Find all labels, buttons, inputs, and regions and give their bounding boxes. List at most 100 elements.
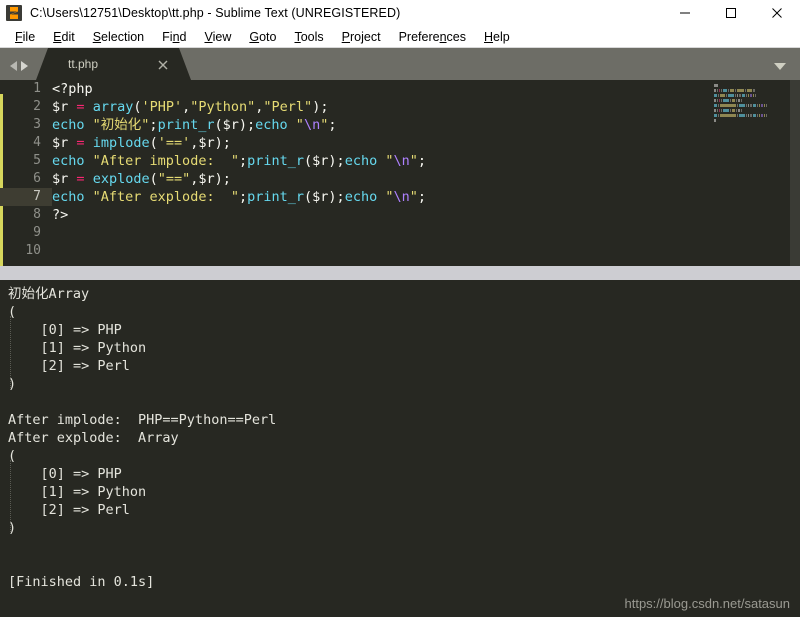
code-line[interactable]: $r = implode('==',$r); [52, 134, 800, 152]
code-line[interactable]: $r = array('PHP',"Python","Perl"); [52, 98, 800, 116]
code-line[interactable]: ?> [52, 206, 800, 224]
minimap-segment [737, 89, 744, 92]
code-editor[interactable]: 1 2 3 4 5 6 7 8 9 10 <?php $r = array('PHP',"Pytho… [0, 80, 800, 266]
code-line[interactable] [52, 224, 800, 242]
minimap-segment [727, 89, 729, 92]
minimap-segment [738, 114, 745, 117]
minimap-segment [764, 114, 766, 117]
minimap-segment [747, 104, 750, 107]
window-controls [662, 0, 800, 26]
indent-guide [10, 316, 11, 388]
minimap-segment [720, 104, 736, 107]
build-output-panel[interactable]: 初始化Array ( [0] => PHP [1] => Python [2] =… [0, 280, 800, 617]
menu-item-find[interactable]: Find [153, 27, 195, 47]
code-token: = [76, 135, 85, 151]
code-token: 'PHP' [141, 99, 183, 115]
code-token: $r [198, 171, 215, 187]
code-token: ); [328, 189, 345, 205]
code-token: ( [304, 153, 313, 169]
line-number: 6 [33, 171, 41, 186]
line-number: 9 [33, 225, 41, 240]
minimap-segment [718, 114, 720, 117]
minimap-segment [720, 99, 722, 102]
line-number: 1 [33, 81, 41, 96]
minimize-button[interactable] [662, 0, 708, 26]
minimap-segment [757, 114, 759, 117]
chevron-left-icon[interactable] [10, 61, 17, 71]
code-line[interactable]: echo "After implode: ";print_r($r);echo … [52, 152, 800, 170]
code-line[interactable]: $r = explode("==",$r); [52, 170, 800, 188]
minimap-segment [714, 99, 716, 102]
output-line: [Finished in 0.1s] [8, 574, 155, 590]
line-number: 3 [33, 117, 41, 132]
code-token: echo [255, 117, 288, 133]
minimap-segment [745, 114, 747, 117]
line-number: 5 [33, 153, 41, 168]
minimap-segment [736, 104, 738, 107]
menu-item-view[interactable]: View [195, 27, 240, 47]
code-token: $r [222, 117, 239, 133]
chevron-right-icon[interactable] [21, 61, 28, 71]
minimap-segment [716, 89, 718, 92]
menu-item-goto[interactable]: Goto [240, 27, 285, 47]
editor-scrollbar[interactable] [790, 80, 800, 266]
code-token: $r [312, 153, 329, 169]
minimap-segment [740, 109, 743, 112]
minimap[interactable] [714, 84, 790, 262]
menu-item-edit[interactable]: Edit [44, 27, 84, 47]
minimap-segment [755, 94, 757, 97]
minimap-segment [764, 104, 766, 107]
chevron-down-icon[interactable] [774, 63, 786, 70]
minimap-line [714, 119, 790, 122]
minimap-segment [729, 99, 731, 102]
panel-divider[interactable] [0, 266, 800, 280]
tab-tt-php[interactable]: tt.php [36, 48, 191, 80]
code-content[interactable]: <?php $r = array('PHP',"Python","Perl"); e… [52, 80, 800, 260]
minimap-segment [738, 99, 740, 102]
code-token: ); [328, 153, 345, 169]
minimap-segment [759, 114, 761, 117]
minimap-segment [720, 114, 736, 117]
line-number: 7 [0, 188, 52, 206]
code-token: print_r [157, 117, 215, 133]
menu-item-help[interactable]: Help [475, 27, 519, 47]
menu-bar: File Edit Selection Find View Goto Tools Projec… [0, 26, 800, 48]
tab-label: tt.php [68, 57, 99, 71]
minimap-segment [718, 89, 720, 92]
code-token: " [295, 117, 304, 133]
minimap-segment [745, 104, 747, 107]
close-button[interactable] [754, 0, 800, 26]
menu-item-file[interactable]: File [6, 27, 44, 47]
minimap-segment [746, 94, 748, 97]
code-line[interactable]: echo "初始化";print_r($r);echo "\n"; [52, 116, 800, 134]
tab-close-button[interactable] [157, 58, 169, 70]
menu-item-preferences[interactable]: Preferences [390, 27, 475, 47]
sublime-text-logo-icon [6, 5, 22, 21]
code-token: \n [303, 117, 321, 133]
output-line: [1] => Python [8, 340, 147, 356]
code-line[interactable]: echo "After explode: ";print_r($r);echo … [52, 188, 800, 206]
output-line: [0] => PHP [8, 466, 122, 482]
minimap-line [714, 99, 790, 102]
code-token: echo [52, 153, 85, 169]
menu-item-tools[interactable]: Tools [285, 27, 332, 47]
code-token: print_r [247, 153, 305, 169]
menu-item-project[interactable]: Project [333, 27, 390, 47]
menu-item-selection[interactable]: Selection [84, 27, 153, 47]
minimap-segment [750, 114, 752, 117]
minimap-segment [753, 89, 755, 92]
code-line[interactable]: <?php [52, 80, 800, 98]
code-line[interactable] [52, 242, 800, 260]
minimap-line [714, 109, 790, 112]
minimap-segment [729, 109, 731, 112]
code-token: $r [198, 135, 215, 151]
minimap-segment [720, 109, 722, 112]
maximize-button[interactable] [708, 0, 754, 26]
minimap-segment [714, 84, 719, 87]
minimap-line [714, 94, 790, 97]
minimap-segment [716, 99, 718, 102]
code-token: $r [52, 171, 69, 187]
